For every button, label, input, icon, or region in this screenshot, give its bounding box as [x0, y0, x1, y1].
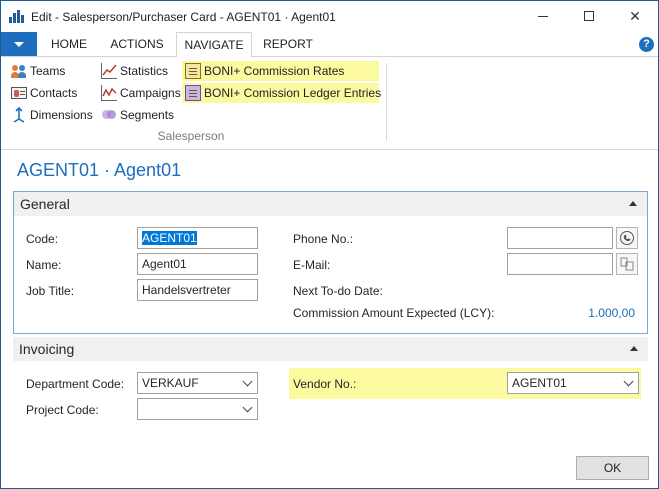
- chevron-down-icon: [623, 376, 634, 387]
- statistics-icon: [101, 63, 117, 79]
- fasttab-general-header[interactable]: General: [14, 192, 647, 216]
- ribbon-ledger-entries-label: BONI+ Comission Ledger Entries: [204, 86, 382, 100]
- tab-report[interactable]: REPORT: [255, 32, 321, 57]
- segments-icon: [101, 107, 117, 123]
- close-button[interactable]: ✕: [612, 1, 658, 31]
- commission-value[interactable]: 1.000,00: [541, 306, 635, 320]
- ledger-entries-icon: [185, 85, 201, 101]
- ribbon-campaigns-label: Campaigns: [120, 86, 181, 100]
- ribbon-dimensions-button[interactable]: Dimensions: [11, 105, 93, 125]
- app-icon: [9, 9, 25, 23]
- ribbon-tabs: HOME ACTIONS NAVIGATE REPORT ?: [1, 32, 658, 58]
- ribbon-dimensions-label: Dimensions: [30, 108, 93, 122]
- phone-dial-button[interactable]: [616, 227, 638, 249]
- commission-rates-icon: [185, 63, 201, 79]
- department-value: VERKAUF: [142, 376, 199, 390]
- chevron-down-icon: [242, 376, 253, 387]
- phone-label: Phone No.:: [293, 232, 354, 246]
- collapse-icon[interactable]: [629, 201, 637, 206]
- ribbon-commission-rates-button[interactable]: BONI+ Commission Rates: [182, 61, 379, 81]
- file-menu-icon: [14, 41, 24, 47]
- tab-navigate[interactable]: NAVIGATE: [176, 32, 252, 58]
- ribbon-separator: [386, 63, 387, 141]
- page-title: AGENT01 · Agent01: [17, 160, 182, 180]
- ribbon-segments-button[interactable]: Segments: [101, 105, 174, 125]
- minimize-icon: [538, 15, 548, 17]
- email-compose-icon: [620, 257, 634, 271]
- ribbon-ledger-entries-button[interactable]: BONI+ Comission Ledger Entries: [182, 83, 382, 103]
- ribbon-segments-label: Segments: [120, 108, 175, 122]
- name-label: Name:: [26, 258, 62, 272]
- ribbon-contacts-button[interactable]: Contacts: [11, 83, 77, 103]
- window: Edit - Salesperson/Purchaser Card - AGEN…: [0, 0, 659, 489]
- help-icon[interactable]: ?: [639, 37, 654, 52]
- ribbon-group-label: Salesperson: [157, 129, 225, 143]
- tab-home[interactable]: HOME: [41, 32, 97, 57]
- ok-button[interactable]: OK: [576, 456, 649, 480]
- next-todo-label: Next To-do Date:: [293, 284, 383, 298]
- campaigns-icon: [101, 85, 117, 101]
- maximize-button[interactable]: [566, 1, 612, 31]
- ribbon-campaigns-button[interactable]: Campaigns: [101, 83, 181, 103]
- file-menu-button[interactable]: [1, 32, 37, 56]
- name-field[interactable]: Agent01: [137, 253, 258, 275]
- ribbon-contacts-label: Contacts: [30, 86, 78, 100]
- contacts-icon: [11, 87, 27, 99]
- window-title: Edit - Salesperson/Purchaser Card - AGEN…: [31, 10, 336, 24]
- dimensions-icon: [11, 106, 27, 123]
- ribbon-teams-label: Teams: [30, 64, 66, 78]
- fasttab-general-title: General: [20, 196, 70, 212]
- vendor-value: AGENT01: [512, 376, 567, 390]
- fasttab-invoicing-header[interactable]: Invoicing: [13, 337, 648, 361]
- ribbon-statistics-button[interactable]: Statistics: [101, 61, 168, 81]
- department-select[interactable]: VERKAUF: [137, 372, 258, 394]
- maximize-icon: [584, 11, 594, 21]
- tab-actions[interactable]: ACTIONS: [101, 32, 173, 57]
- email-field[interactable]: [507, 253, 613, 275]
- email-compose-button[interactable]: [616, 253, 638, 275]
- collapse-icon[interactable]: [630, 346, 638, 351]
- ribbon-statistics-label: Statistics: [120, 64, 169, 78]
- code-field[interactable]: AGENT01: [137, 227, 258, 249]
- phone-dial-icon: [620, 231, 634, 245]
- department-label: Department Code:: [26, 377, 125, 391]
- chevron-down-icon: [242, 402, 253, 413]
- teams-icon: [11, 63, 27, 79]
- job-title-field[interactable]: Handelsvertreter: [137, 279, 258, 301]
- vendor-label: Vendor No.:: [293, 377, 357, 391]
- commission-label: Commission Amount Expected (LCY):: [293, 306, 495, 320]
- vendor-select[interactable]: AGENT01: [507, 372, 639, 394]
- email-label: E-Mail:: [293, 258, 331, 272]
- title-bar: Edit - Salesperson/Purchaser Card - AGEN…: [1, 1, 658, 32]
- code-label: Code:: [26, 232, 59, 246]
- ribbon-teams-button[interactable]: Teams: [11, 61, 65, 81]
- close-icon: ✕: [629, 7, 641, 24]
- project-select[interactable]: [137, 398, 258, 420]
- job-title-label: Job Title:: [26, 284, 75, 298]
- minimize-button[interactable]: [520, 1, 566, 31]
- code-value: AGENT01: [142, 231, 197, 245]
- fasttab-invoicing-title: Invoicing: [19, 341, 75, 357]
- ribbon: Teams Contacts Dimensions Statistics Cam…: [1, 57, 658, 150]
- project-label: Project Code:: [26, 403, 99, 417]
- ribbon-commission-rates-label: BONI+ Commission Rates: [204, 64, 345, 78]
- phone-field[interactable]: [507, 227, 613, 249]
